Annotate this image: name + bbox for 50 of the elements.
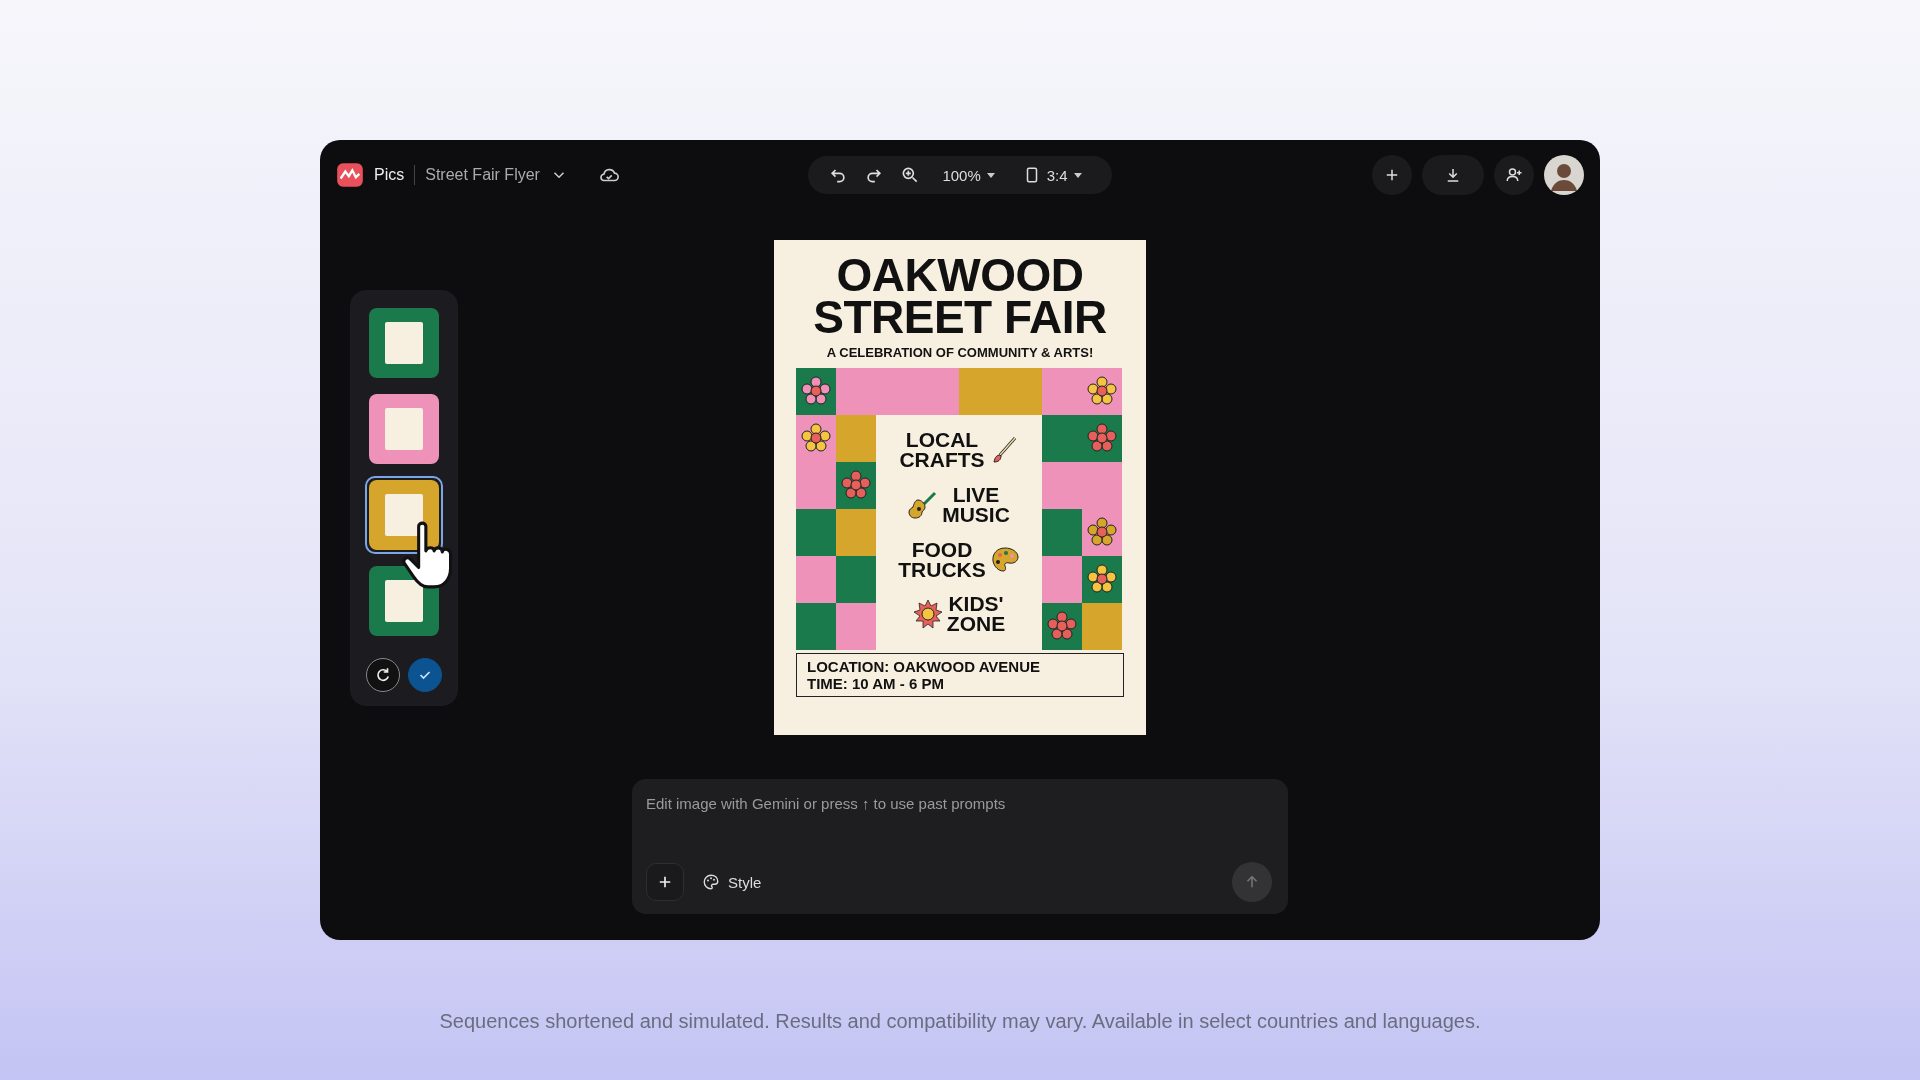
flower-icon	[1087, 564, 1117, 595]
download-button[interactable]	[1422, 155, 1484, 195]
activity-label: FOOD TRUCKS	[898, 539, 986, 580]
prompt-input[interactable]: Edit image with Gemini or press ↑ to use past prompts	[646, 791, 1272, 816]
pattern-tile	[836, 414, 876, 462]
flower-icon	[801, 423, 831, 454]
document-title[interactable]: Street Fair Flyer	[425, 166, 540, 184]
activity-label: LOCAL CRAFTS	[899, 430, 985, 470]
share-button[interactable]	[1494, 155, 1534, 195]
palette-icon	[702, 873, 720, 891]
palette-icon	[989, 544, 1020, 575]
aspect-ratio-dropdown[interactable]: 3:4	[1016, 164, 1088, 186]
refresh-icon	[374, 666, 392, 684]
location-text: LOCATION: OAKWOOD AVENUE	[807, 657, 1042, 675]
add-person-icon	[1505, 166, 1523, 184]
pattern-tile	[836, 367, 876, 415]
flower-icon	[1087, 517, 1117, 548]
style-button[interactable]: Style	[698, 869, 766, 895]
pattern-tile	[836, 555, 876, 603]
pattern-tile	[836, 602, 876, 650]
poster-title: OAKWOOD STREET FAIR	[812, 254, 1108, 339]
regenerate-button[interactable]	[366, 658, 400, 692]
add-media-button[interactable]	[646, 863, 684, 901]
zoom-dropdown[interactable]: 100%	[936, 164, 1001, 186]
pattern-tile	[1042, 461, 1082, 509]
activity-label: KIDS' ZONE	[946, 594, 1006, 635]
pattern-tile	[836, 508, 876, 556]
flower-icon	[801, 376, 831, 407]
poster-subtitle: A CELEBRATION OF COMMUNITY & ARTS!	[825, 344, 1095, 360]
confirm-button[interactable]	[408, 658, 442, 692]
flower-icon	[1087, 423, 1117, 454]
app-name: Pics	[374, 166, 405, 184]
pattern-tile	[1082, 602, 1122, 650]
sun-icon	[912, 599, 943, 630]
thumbnail[interactable]	[365, 476, 443, 554]
add-button[interactable]	[1372, 155, 1412, 195]
time-text: TIME: 10 AM - 6 PM	[807, 674, 945, 693]
flower-icon	[841, 470, 871, 501]
pattern-tile	[796, 508, 836, 556]
pattern-tile	[1042, 555, 1082, 603]
avatar-icon[interactable]	[1544, 155, 1584, 195]
guitar-icon	[908, 489, 939, 520]
pattern-tile	[796, 555, 836, 603]
disclaimer-text: Sequences shortened and simulated. Results and compatibility may vary. Available in select countries and languages.	[439, 1010, 1481, 1033]
pattern-tile	[1042, 508, 1082, 556]
app-logo-icon	[336, 161, 364, 189]
pattern-tile	[796, 602, 836, 650]
activity-label: LIVE MUSIC	[942, 484, 1010, 525]
flower-icon	[1087, 376, 1117, 407]
flower-icon	[1047, 611, 1077, 642]
